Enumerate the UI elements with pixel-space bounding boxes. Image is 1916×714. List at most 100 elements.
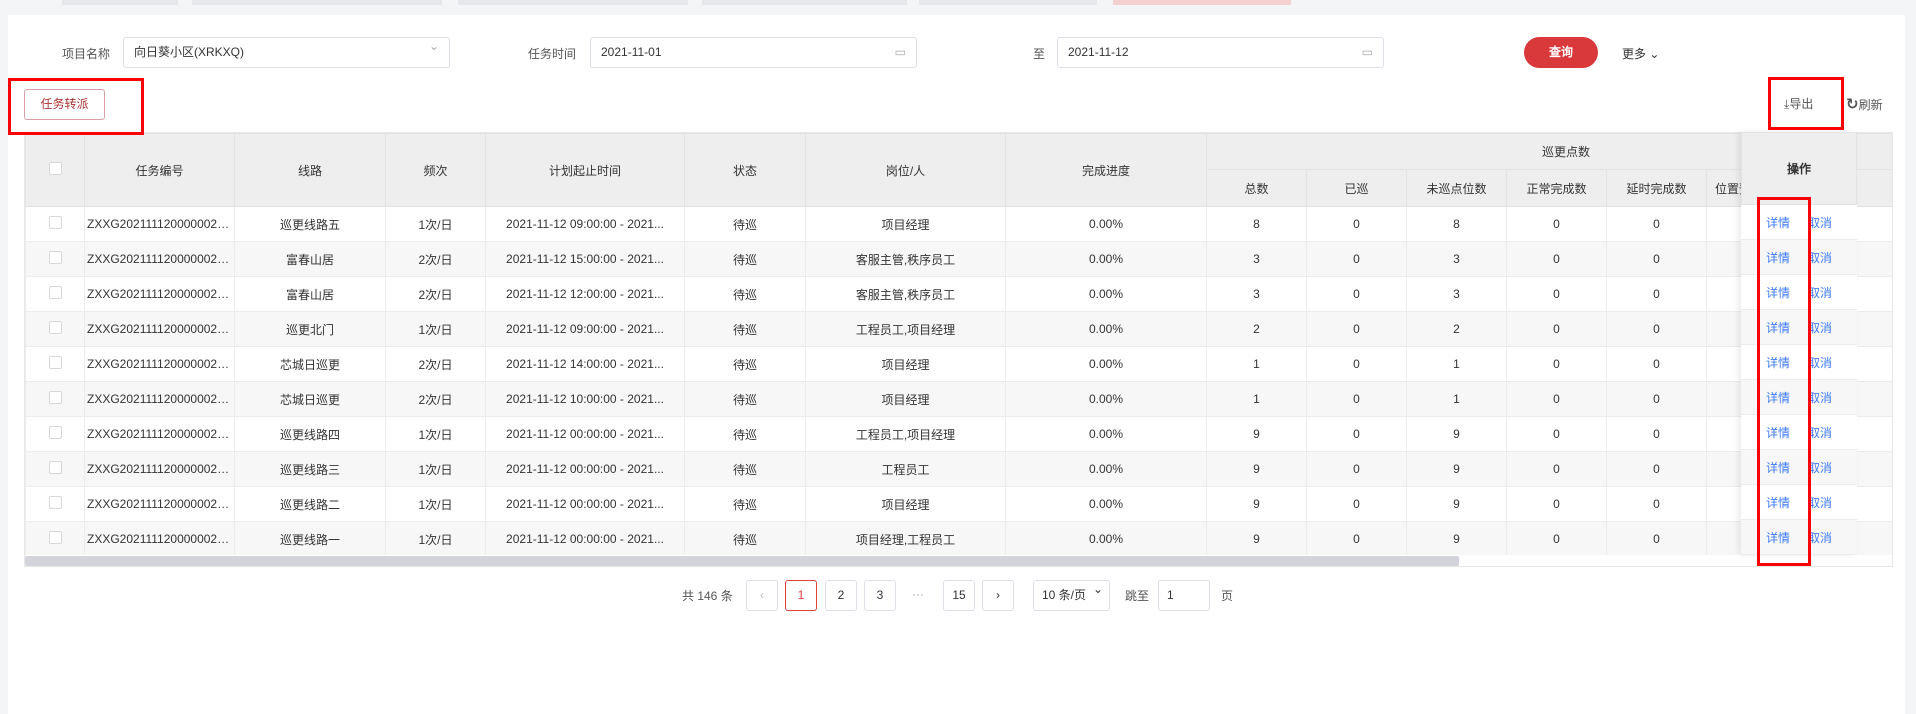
header-post[interactable]: 岗位/人 [805,133,1006,207]
cell-task-no: ZXXG2021111200000028... [84,241,235,277]
cell-normal: 0 [1506,346,1607,382]
table-row[interactable]: ZXXG2021111200000028... 富春山居 2次/日 2021-11-1… [25,241,1892,277]
table-row[interactable]: ZXXG2021111200000028... 巡更线路二 1次/日 2021-11-… [25,486,1892,522]
query-button[interactable]: 查询 [1524,37,1598,68]
row-checkbox[interactable] [48,321,62,334]
detail-link[interactable]: 详情 [1766,354,1790,371]
row-select-cell [25,416,85,452]
cell-plan-time: 2021-11-12 15:00:00 - 2021... [485,241,685,277]
horizontal-scrollbar[interactable] [25,555,1892,566]
total-count: 共 146 条 [682,589,733,603]
detail-link[interactable]: 详情 [1766,319,1790,336]
row-select-cell [25,346,85,382]
header-freq[interactable]: 频次 [385,133,486,207]
tab[interactable] [702,0,907,5]
table-row[interactable]: ZXXG2021111200000028... 芯城日巡更 2次/日 2021-11-… [25,381,1892,417]
cell-delay: 0 [1606,521,1707,557]
cancel-link[interactable]: 取消 [1808,494,1832,511]
row-select-cell [25,311,85,347]
prev-page-button[interactable]: ‹ [746,580,778,611]
cancel-link[interactable]: 取消 [1808,424,1832,441]
detail-link[interactable]: 详情 [1766,214,1790,231]
page-3[interactable]: 3 [864,580,896,611]
table-row[interactable]: ZXXG2021111200000028... 富春山居 2次/日 2021-11-1… [25,276,1892,312]
next-page-button[interactable]: › [982,580,1014,611]
detail-link[interactable]: 详情 [1766,459,1790,476]
table-row[interactable]: ZXXG2021111200000028... 巡更线路四 1次/日 2021-11-… [25,416,1892,452]
header-route[interactable]: 线路 [234,133,386,207]
row-checkbox[interactable] [48,356,62,369]
row-checkbox[interactable] [48,216,62,229]
export-button[interactable]: ⤓导出 [1784,95,1813,112]
row-checkbox[interactable] [48,531,62,544]
more-toggle[interactable]: 更多 ⌄ [1622,45,1659,62]
cancel-link[interactable]: 取消 [1808,319,1832,336]
row-checkbox[interactable] [48,251,62,264]
tab[interactable] [192,0,442,5]
detail-link[interactable]: 详情 [1766,494,1790,511]
tab[interactable] [458,0,688,5]
cancel-link[interactable]: 取消 [1808,529,1832,546]
row-checkbox[interactable] [48,286,62,299]
detail-link[interactable]: 详情 [1766,424,1790,441]
header-plan-time[interactable]: 计划起止时间 [485,133,685,207]
scrollbar-thumb[interactable] [25,556,1459,566]
page-2[interactable]: 2 [825,580,857,611]
cell-progress: 0.00% [1005,486,1207,522]
select-all-checkbox[interactable] [48,162,62,175]
cancel-link[interactable]: 取消 [1808,389,1832,406]
refresh-button[interactable]: ↻刷新 [1846,95,1883,113]
header-total[interactable]: 总数 [1206,169,1307,207]
row-checkbox[interactable] [48,461,62,474]
cell-status: 待巡 [684,451,806,487]
header-delay[interactable]: 延时完成数 [1606,169,1707,207]
header-done[interactable]: 已巡 [1306,169,1407,207]
cancel-link[interactable]: 取消 [1808,354,1832,371]
task-transfer-button[interactable]: 任务转派 [24,89,105,120]
header-task-no[interactable]: 任务编号 [84,133,235,207]
cancel-link[interactable]: 取消 [1808,249,1832,266]
table-row[interactable]: ZXXG2021111200000028... 巡更北门 1次/日 2021-11-1… [25,311,1892,347]
page-15[interactable]: 15 [943,580,975,611]
cell-route: 芯城日巡更 [234,346,386,382]
row-select-cell [25,381,85,417]
table-row[interactable]: ZXXG2021111200000028... 芯城日巡更 2次/日 2021-11-… [25,346,1892,382]
jump-input[interactable]: 1 [1158,580,1210,611]
detail-link[interactable]: 详情 [1766,284,1790,301]
page-ellipsis[interactable]: ··· [912,587,924,601]
cancel-link[interactable]: 取消 [1808,214,1832,231]
detail-link[interactable]: 详情 [1766,389,1790,406]
detail-link[interactable]: 详情 [1766,529,1790,546]
end-date-value: 2021-11-12 [1068,45,1129,59]
page-size-select[interactable]: 10 条/页 ⌄ [1033,580,1110,611]
page-1[interactable]: 1 [785,580,817,611]
header-progress[interactable]: 完成进度 [1005,133,1207,207]
header-normal[interactable]: 正常完成数 [1506,169,1607,207]
cancel-link[interactable]: 取消 [1808,459,1832,476]
project-value: 向日葵小区(XRKXQ) [134,45,245,59]
row-checkbox[interactable] [48,426,62,439]
start-date-input[interactable]: 2021-11-01 ▭ [590,37,917,68]
row-checkbox[interactable] [48,391,62,404]
tab-active[interactable] [1113,0,1291,5]
cell-post: 工程员工 [805,451,1006,487]
project-select[interactable]: 向日葵小区(XRKXQ) ⌄ [123,37,450,68]
cell-normal: 0 [1506,206,1607,242]
header-undone[interactable]: 未巡点位数 [1406,169,1507,207]
cell-total: 9 [1206,451,1307,487]
cell-delay: 0 [1606,451,1707,487]
detail-link[interactable]: 详情 [1766,249,1790,266]
table-row[interactable]: ZXXG2021111200000028... 巡更线路一 1次/日 2021-11-… [25,521,1892,557]
table-row[interactable]: ZXXG2021111200000028... 巡更线路三 1次/日 2021-11-… [25,451,1892,487]
action-row: 详情 取消 [1741,450,1857,485]
cancel-link[interactable]: 取消 [1808,284,1832,301]
header-status[interactable]: 状态 [684,133,806,207]
end-date-input[interactable]: 2021-11-12 ▭ [1057,37,1384,68]
tab[interactable] [62,0,178,5]
table-row[interactable]: ZXXG2021111200000028... 巡更线路五 1次/日 2021-11-… [25,206,1892,242]
row-checkbox[interactable] [48,496,62,509]
cell-route: 巡更线路三 [234,451,386,487]
cell-plan-time: 2021-11-12 00:00:00 - 2021... [485,521,685,557]
cell-post: 项目经理 [805,206,1006,242]
tab[interactable] [919,0,1097,5]
